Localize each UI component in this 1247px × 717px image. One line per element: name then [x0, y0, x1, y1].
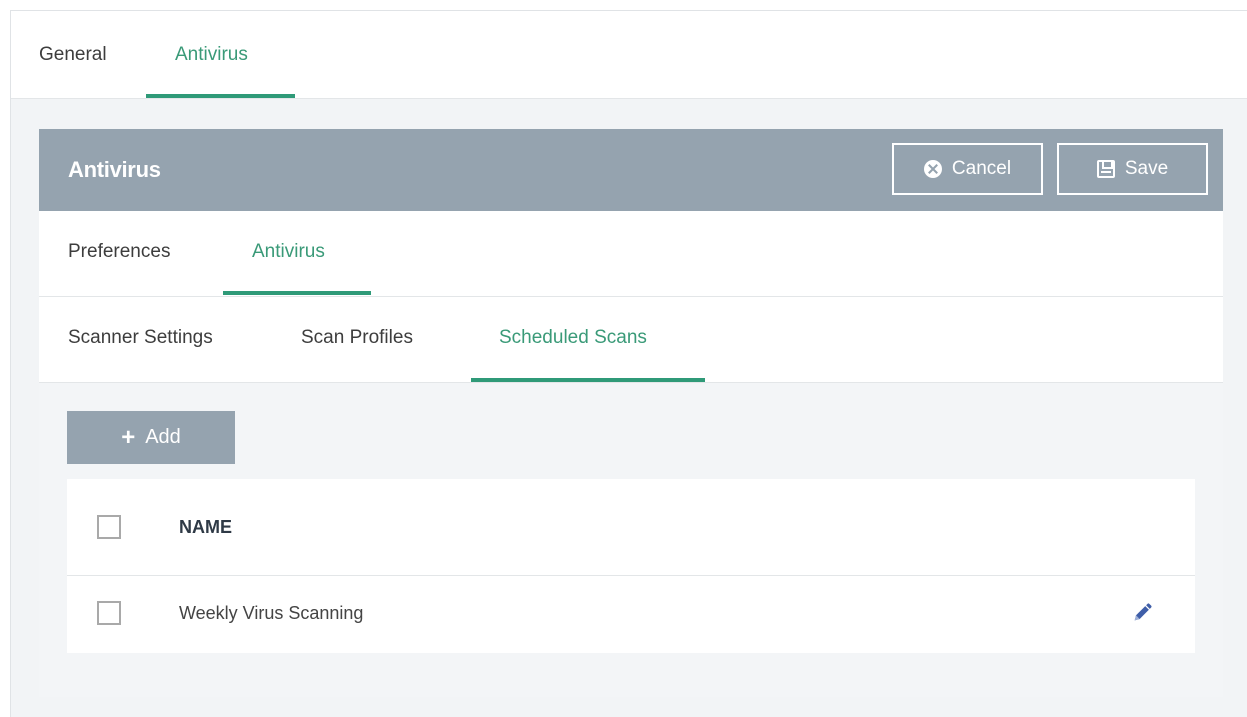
panel-header: Antivirus Cancel Save	[39, 129, 1223, 211]
add-button[interactable]: + Add	[67, 411, 235, 464]
save-button-label: Save	[1124, 158, 1169, 179]
row-checkbox[interactable]	[97, 601, 121, 625]
add-button-label: Add	[145, 426, 181, 448]
top-tab-bar: General Antivirus	[11, 11, 1247, 99]
page-frame: General Antivirus Antivirus Cancel Save …	[10, 10, 1247, 717]
scheduled-scans-content: + Add NAME Weekly Virus Scanning	[39, 383, 1223, 697]
floppy-disk-icon	[1096, 160, 1115, 178]
scan-tab-bar: Scanner Settings Scan Profiles Scheduled…	[39, 297, 1223, 383]
sub-tab-bar: Preferences Antivirus	[39, 211, 1223, 297]
antivirus-panel: Antivirus Cancel Save Preferences Antivi…	[39, 129, 1223, 697]
table-header-row: NAME	[67, 479, 1195, 576]
select-all-checkbox[interactable]	[97, 515, 121, 539]
scan-name: Weekly Virus Scanning	[179, 603, 364, 623]
active-tab-indicator	[146, 94, 295, 98]
column-header-name: NAME	[179, 517, 232, 537]
tab-antivirus[interactable]: Antivirus	[175, 44, 248, 66]
active-sub-tab-indicator	[223, 291, 371, 295]
active-scan-tab-indicator	[471, 378, 705, 382]
cancel-button-label: Cancel	[951, 158, 1012, 179]
tab-scan-profiles[interactable]: Scan Profiles	[301, 327, 413, 349]
save-button[interactable]: Save	[1057, 143, 1208, 195]
tab-general[interactable]: General	[39, 44, 107, 66]
tab-scanner-settings[interactable]: Scanner Settings	[68, 327, 213, 349]
scheduled-scans-table: NAME Weekly Virus Scanning	[67, 479, 1195, 653]
cancel-circle-icon	[923, 160, 942, 178]
panel-title: Antivirus	[68, 157, 161, 182]
table-row[interactable]: Weekly Virus Scanning	[67, 576, 1195, 652]
pencil-icon[interactable]	[1131, 602, 1153, 624]
cancel-button[interactable]: Cancel	[892, 143, 1043, 195]
tab-scheduled-scans[interactable]: Scheduled Scans	[499, 327, 647, 349]
tab-antivirus-settings[interactable]: Antivirus	[252, 241, 325, 263]
tab-preferences[interactable]: Preferences	[68, 241, 170, 263]
plus-icon: +	[121, 423, 136, 451]
